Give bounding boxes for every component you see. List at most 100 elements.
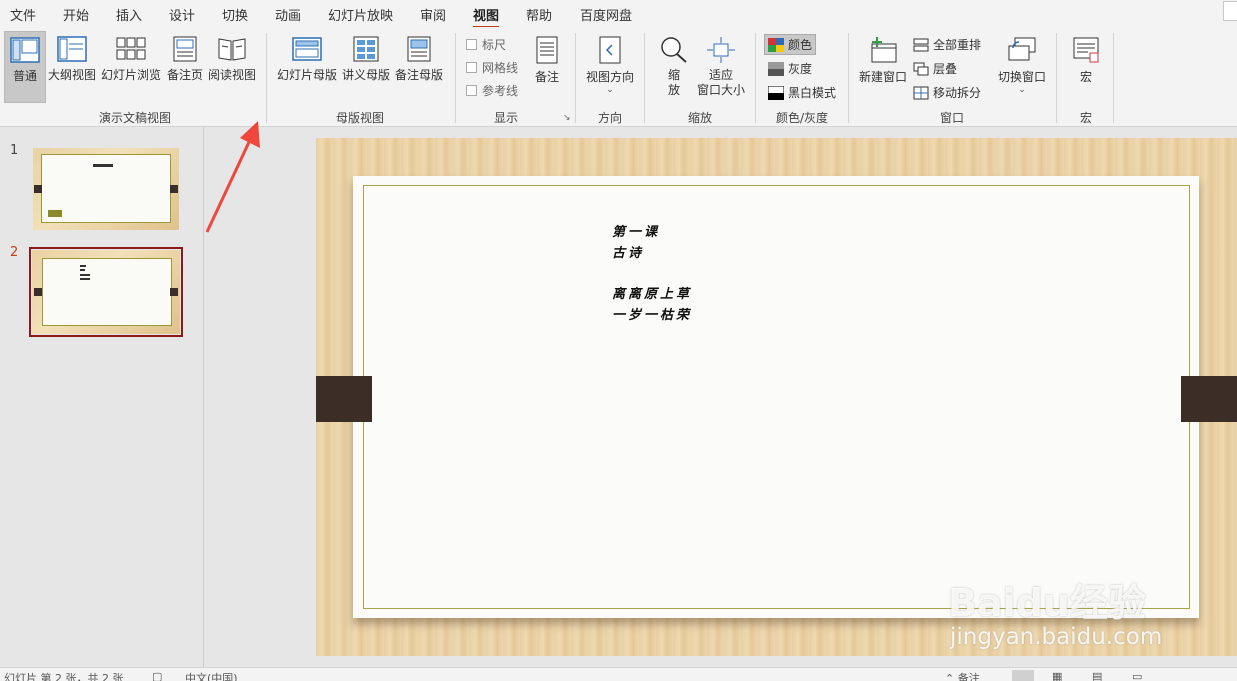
notes-page-button[interactable]: 备注页 [165, 36, 205, 83]
switch-window-button[interactable]: 切换窗口 ⌄ [996, 36, 1048, 95]
slide-border [363, 185, 1190, 609]
thumbnail-strap [34, 288, 42, 296]
tab-design[interactable]: 设计 [169, 5, 195, 24]
group-label-presentation-views: 演示文稿视图 [98, 111, 171, 125]
slide-text-line[interactable]: 离离原上草 [612, 283, 692, 302]
black-white-button[interactable]: 黑白模式 [768, 84, 836, 101]
tab-home[interactable]: 开始 [63, 5, 89, 24]
tab-animations[interactable]: 动画 [275, 5, 301, 24]
view-direction-button[interactable]: 视图方向 ⌄ [584, 36, 636, 95]
group-label-window: 窗口 [939, 111, 964, 125]
fit-to-window-button[interactable]: 适应 窗口大小 [695, 36, 747, 98]
sorter-view-status-icon[interactable]: ▦ [1052, 670, 1062, 681]
slide-master-icon [292, 37, 322, 61]
ribbon-separator [266, 33, 267, 123]
color-button[interactable]: 颜色 [764, 34, 817, 55]
slide-master-label: 幻灯片母版 [276, 68, 337, 82]
baidu-watermark-url: jingyan.baidu.com [950, 624, 1163, 650]
new-window-button[interactable]: 新建窗口 [857, 36, 909, 85]
switch-window-icon [1008, 37, 1036, 61]
color-swatch-icon [768, 37, 784, 52]
tab-baidu-netdisk[interactable]: 百度网盘 [580, 5, 632, 24]
grayscale-button[interactable]: 灰度 [768, 60, 812, 77]
slide-sorter-button[interactable]: 幻灯片浏览 [100, 36, 162, 83]
slide-text-line[interactable]: 第一课 [612, 221, 660, 240]
thumbnail-text-mark [80, 274, 90, 276]
notes-page-icon [173, 36, 197, 62]
tab-help[interactable]: 帮助 [526, 5, 552, 24]
zoom-button[interactable]: 缩 放 [658, 36, 690, 98]
move-split-label: 移动拆分 [933, 86, 982, 100]
language-status[interactable]: 中文(中国) [185, 670, 238, 681]
switch-window-label: 切换窗口 [997, 70, 1046, 84]
view-direction-icon [599, 36, 621, 64]
notes-button[interactable]: 备注 [532, 36, 562, 85]
normal-view-button[interactable]: 普通 [4, 31, 46, 103]
notes-label: 备注 [534, 70, 559, 84]
notes-page-label: 备注页 [166, 68, 203, 82]
macros-button[interactable]: 宏 [1068, 36, 1104, 85]
notes-status-button[interactable]: ⌃ 备注 [945, 670, 980, 681]
chevron-down-icon: ⌄ [606, 85, 614, 95]
magnifier-icon [661, 37, 687, 63]
normal-view-label: 普通 [12, 69, 37, 83]
new-window-label: 新建窗口 [858, 70, 907, 84]
reading-view-button[interactable]: 阅读视图 [207, 36, 257, 83]
view-direction-label: 视图方向 [585, 70, 634, 84]
thumbnail-strap [34, 185, 42, 193]
group-label-orientation: 方向 [597, 111, 622, 125]
slide-sorter-icon [116, 37, 146, 60]
slide-text-line[interactable]: 一岁一枯荣 [612, 304, 692, 323]
gridlines-checkbox[interactable]: 网格线 [466, 59, 518, 76]
color-label: 颜色 [788, 38, 813, 52]
slide-sorter-label: 幻灯片浏览 [100, 68, 161, 82]
handout-master-button[interactable]: 讲义母版 [341, 36, 391, 83]
slideshow-status-icon[interactable]: ▭ [1132, 670, 1142, 681]
dialog-launcher-icon[interactable]: ↘ [563, 113, 571, 123]
guides-label: 参考线 [482, 84, 519, 98]
move-split-button[interactable]: 移动拆分 [913, 84, 981, 101]
slide-master-button[interactable]: 幻灯片母版 [275, 36, 339, 83]
zoom-label-line1: 缩 [667, 68, 680, 82]
guides-checkbox[interactable]: 参考线 [466, 82, 518, 99]
ribbon: 普通 大纲视图 幻灯片浏览 备注页 阅读视图 演示文稿视图 幻灯片母版 讲义母版 [0, 27, 1237, 127]
grayscale-icon [768, 61, 784, 76]
tab-transitions[interactable]: 切换 [222, 5, 248, 24]
handout-master-icon [353, 36, 379, 62]
ruler-checkbox[interactable]: 标尺 [466, 36, 506, 53]
group-label-macros: 宏 [1079, 111, 1092, 125]
ribbon-separator [1113, 33, 1114, 123]
slide-thumbnail-2[interactable] [29, 247, 183, 337]
ribbon-separator [455, 33, 456, 123]
share-button[interactable] [1223, 1, 1237, 21]
ribbon-separator [644, 33, 645, 123]
notes-master-button[interactable]: 备注母版 [394, 36, 444, 83]
tab-insert[interactable]: 插入 [116, 5, 142, 24]
cascade-button[interactable]: 层叠 [913, 60, 957, 77]
tab-review[interactable]: 审阅 [420, 5, 446, 24]
group-label-color-grayscale: 颜色/灰度 [775, 111, 829, 125]
thumbnail-text-mark [80, 265, 86, 267]
status-bar: 幻灯片 第 2 张，共 2 张 ▢ 中文(中国) ⌃ 备注 ▦ ▤ ▭ [0, 667, 1237, 681]
tab-slideshow[interactable]: 幻灯片放映 [328, 5, 393, 24]
outline-view-button[interactable]: 大纲视图 [47, 36, 97, 83]
tab-file[interactable]: 文件 [10, 5, 36, 24]
ruler-label: 标尺 [482, 38, 507, 52]
notes-master-icon [407, 36, 431, 62]
macro-icon [1073, 37, 1099, 63]
thumbnail-tag-mark [48, 210, 62, 217]
new-window-icon [871, 37, 897, 63]
normal-view-status-icon[interactable] [1012, 670, 1034, 681]
arrange-all-label: 全部重排 [933, 38, 982, 52]
fit-label-line2: 窗口大小 [696, 83, 745, 97]
checkbox-box [466, 39, 477, 50]
group-label-show: 显示 [493, 111, 518, 125]
arrange-all-button[interactable]: 全部重排 [913, 36, 981, 53]
spellcheck-icon[interactable]: ▢ [152, 670, 162, 681]
group-label-zoom: 缩放 [687, 111, 712, 125]
slide-text-line[interactable]: 古诗 [612, 242, 644, 261]
book-icon [218, 38, 246, 61]
slide-thumbnail-1[interactable] [33, 148, 179, 230]
reading-view-status-icon[interactable]: ▤ [1092, 670, 1102, 681]
tab-view[interactable]: 视图 [473, 5, 500, 29]
